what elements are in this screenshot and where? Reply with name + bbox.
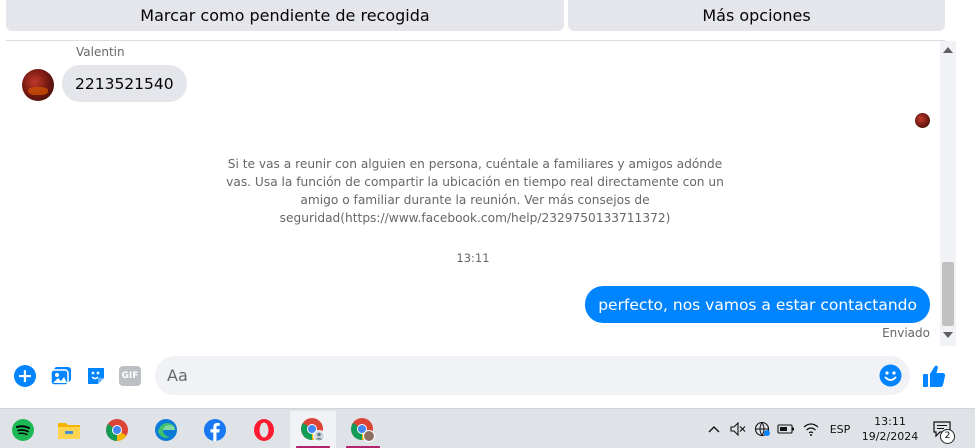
top-action-bar: Marcar como pendiente de recogida Más op… bbox=[0, 0, 975, 40]
message-thread: Valentin 2213521540 Si te vas a reunir c… bbox=[0, 41, 960, 346]
incoming-message-bubble[interactable]: 2213521540 bbox=[62, 65, 187, 102]
outgoing-message-bubble[interactable]: perfecto, nos vamos a estar contactando bbox=[585, 286, 930, 323]
message-composer: + GIF bbox=[0, 350, 960, 402]
file-explorer-icon[interactable] bbox=[46, 411, 92, 448]
sender-name: Valentin bbox=[76, 45, 125, 59]
photo-gallery-icon[interactable] bbox=[49, 364, 73, 388]
input-language[interactable]: ESP bbox=[826, 419, 854, 439]
network-status-icon[interactable] bbox=[753, 419, 771, 439]
scrollbar-thumb[interactable] bbox=[942, 262, 954, 326]
chrome-icon[interactable] bbox=[94, 411, 140, 448]
read-receipt-avatar bbox=[915, 113, 930, 128]
volume-muted-icon[interactable] bbox=[729, 419, 747, 439]
clock-time: 13:11 bbox=[874, 415, 906, 428]
battery-icon[interactable] bbox=[777, 419, 795, 439]
notification-count-badge: 2 bbox=[940, 429, 955, 444]
gif-label: GIF bbox=[119, 366, 141, 386]
mark-pending-pickup-button[interactable]: Marcar como pendiente de recogida bbox=[6, 0, 564, 31]
show-hidden-icons-chevron-icon[interactable] bbox=[706, 419, 722, 439]
clock-date: 19/2/2024 bbox=[861, 430, 919, 443]
gif-icon[interactable]: GIF bbox=[118, 364, 142, 388]
sender-avatar[interactable] bbox=[22, 69, 54, 101]
message-timestamp: 13:11 bbox=[456, 251, 490, 265]
wifi-icon[interactable] bbox=[802, 419, 820, 439]
message-input[interactable] bbox=[167, 356, 857, 395]
scroll-up-arrow-icon[interactable] bbox=[943, 47, 953, 53]
opera-icon[interactable] bbox=[241, 411, 287, 448]
add-attachment-icon[interactable]: + bbox=[13, 364, 37, 388]
scroll-down-arrow-icon[interactable] bbox=[943, 332, 953, 338]
chrome-profile-2-icon[interactable] bbox=[340, 411, 386, 448]
windows-taskbar: ESP 13:11 19/2/2024 2 bbox=[0, 408, 975, 448]
chrome-profile-icon[interactable] bbox=[290, 411, 336, 448]
emoji-icon[interactable] bbox=[879, 364, 902, 387]
facebook-icon[interactable] bbox=[192, 411, 238, 448]
message-status: Enviado bbox=[882, 326, 930, 340]
spotify-icon[interactable] bbox=[0, 411, 46, 448]
safety-notice: Si te vas a reunir con alguien en person… bbox=[226, 157, 724, 225]
message-input-container bbox=[155, 356, 910, 395]
system-clock[interactable]: 13:11 19/2/2024 bbox=[858, 414, 922, 444]
sticker-icon[interactable] bbox=[84, 364, 108, 388]
more-options-button[interactable]: Más opciones bbox=[568, 0, 945, 31]
thumbs-up-icon[interactable] bbox=[920, 362, 948, 390]
chat-scrollbar[interactable] bbox=[940, 41, 956, 346]
edge-icon[interactable] bbox=[143, 411, 189, 448]
